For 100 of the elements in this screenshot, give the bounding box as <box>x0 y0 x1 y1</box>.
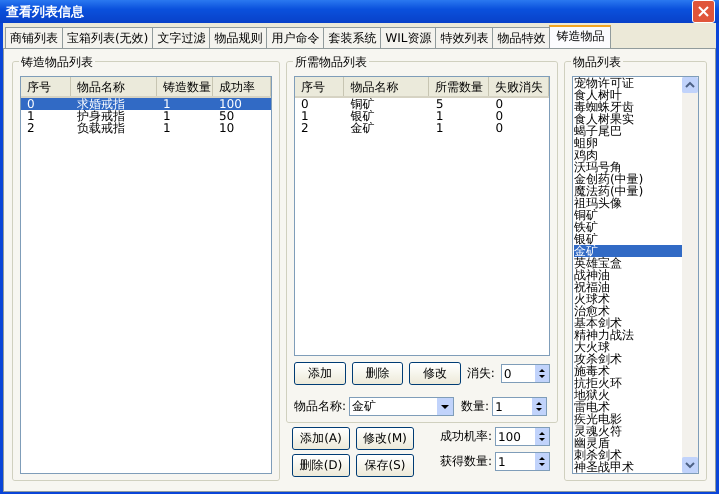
list-item[interactable]: 铜矿 <box>574 209 682 221</box>
tab[interactable]: 商铺列表 <box>5 27 63 48</box>
action-button[interactable]: 修改 <box>409 362 461 385</box>
list-item[interactable]: 蛆卵 <box>574 137 682 149</box>
list-item[interactable]: 蝎子尾巴 <box>574 125 682 137</box>
table-cell-text: 2 <box>26 122 36 134</box>
table-cell-text: 1 <box>434 110 445 122</box>
list-item[interactable]: 幽灵盾 <box>574 437 682 449</box>
action-button[interactable]: 添加(A) <box>292 427 350 450</box>
table-cell-text: 0 <box>494 110 504 122</box>
column-header[interactable]: 所需数量 <box>429 77 489 96</box>
list-item[interactable]: 宠物许可证 <box>574 77 682 89</box>
column-header[interactable]: 成功率 <box>213 77 271 96</box>
action-button[interactable]: 删除(D) <box>292 454 350 477</box>
tab[interactable]: 套装系统 <box>323 27 382 48</box>
caret-icon <box>437 398 454 415</box>
action-button[interactable]: 添加 <box>294 362 346 385</box>
tab[interactable]: 物品规则 <box>209 27 268 48</box>
list-row[interactable]: 0 铜矿 5 0 <box>295 98 549 110</box>
field-label: 物品名称: <box>294 398 346 415</box>
table-cell-text: 护身戒指 <box>76 110 126 122</box>
table-cell-text: 1 <box>162 110 172 122</box>
list-item[interactable]: 抗拒火环 <box>574 377 682 389</box>
list-item[interactable]: 食人树叶 <box>574 89 682 101</box>
list-item[interactable]: 雷电术 <box>574 401 682 413</box>
spin-field[interactable]: 100 <box>495 427 550 446</box>
table-cell-text: 0 <box>494 98 504 110</box>
field-label: 消失: <box>466 365 495 382</box>
list-item[interactable]: 祝福油 <box>574 281 682 293</box>
scrollbar[interactable] <box>682 77 698 473</box>
list-row[interactable]: 1 护身戒指 1 50 <box>21 110 271 122</box>
action-button[interactable]: 修改(M) <box>356 427 414 450</box>
list-row[interactable]: 0 求婚戒指 1 100 <box>21 98 271 110</box>
list-row[interactable]: 2 负载戒指 1 10 <box>21 122 271 134</box>
table-cell-text: 0 <box>26 98 36 110</box>
action-button[interactable]: 保存(S) <box>356 454 414 477</box>
list-item[interactable]: 沃玛号角 <box>574 161 682 173</box>
list-item[interactable]: 祖玛头像 <box>574 197 682 209</box>
list-item[interactable]: 大火球 <box>574 341 682 353</box>
spin-arrows-icon <box>531 398 546 415</box>
column-header[interactable]: 失败消失 <box>489 77 549 96</box>
list-item[interactable]: 战神油 <box>574 269 682 281</box>
table-cell-text: 50 <box>218 110 236 122</box>
list-item[interactable]: 火球术 <box>574 293 682 305</box>
table-cell-text: 10 <box>218 122 236 134</box>
table-cell-text: 2 <box>300 122 310 134</box>
close-icon <box>698 6 709 17</box>
tab[interactable]: 铸造物品 <box>549 25 612 48</box>
list-item[interactable]: 刺杀剑术 <box>574 449 682 461</box>
list-item[interactable]: 毒蜘蛛牙齿 <box>574 101 682 113</box>
table-cell-text: 100 <box>218 98 243 110</box>
list-item[interactable]: 攻杀剑术 <box>574 353 682 365</box>
list-item[interactable]: 神圣战甲术 <box>574 461 682 473</box>
tab[interactable]: 特效列表 <box>435 27 494 48</box>
list-row[interactable]: 2 金矿 1 0 <box>295 122 549 134</box>
list-item[interactable]: 金矿 <box>574 245 682 257</box>
table-cell-text: 求婚戒指 <box>76 98 126 110</box>
table-cell-text: 金矿 <box>350 122 376 134</box>
list-item[interactable]: 灵魂火符 <box>574 425 682 437</box>
field-label: 数量: <box>461 398 490 415</box>
list-item[interactable]: 治愈术 <box>574 305 682 317</box>
spin-field[interactable]: 1 <box>495 452 550 471</box>
tab[interactable]: 用户命令 <box>266 27 324 48</box>
column-header[interactable]: 物品名称 <box>71 77 157 96</box>
tab[interactable]: 文字过滤 <box>152 27 210 48</box>
list-item[interactable]: 金创药(中量) <box>574 173 682 185</box>
list-item[interactable]: 英雄宝盒 <box>574 257 682 269</box>
list-item[interactable]: 精神力战法 <box>574 329 682 341</box>
table-cell-text: 0 <box>300 98 310 110</box>
action-button[interactable]: 删除 <box>352 362 404 385</box>
spin-field[interactable]: 1 <box>492 397 548 416</box>
field-label: 获得数量: <box>440 453 492 470</box>
list-item[interactable]: 基本剑术 <box>574 317 682 329</box>
column-header[interactable]: 序号 <box>295 77 344 96</box>
spin-arrows-icon <box>534 365 549 382</box>
dropdown-field[interactable]: 金矿 <box>349 397 454 416</box>
table-cell-text: 铜矿 <box>350 98 376 110</box>
group-title: 物品列表 <box>571 54 623 71</box>
tab[interactable]: 物品特效 <box>492 27 550 48</box>
close-button[interactable] <box>692 0 715 23</box>
list-item[interactable]: 鸡肉 <box>574 149 682 161</box>
tab[interactable]: 宝箱列表(无效) <box>62 27 154 48</box>
list-row[interactable]: 1 银矿 1 0 <box>295 110 549 122</box>
list-item[interactable]: 疾光电影 <box>574 413 682 425</box>
list-item[interactable]: 魔法药(中量) <box>574 185 682 197</box>
table-cell-text: 1 <box>162 122 172 134</box>
spin-arrows-icon <box>534 453 549 470</box>
tab[interactable]: WIL资源 <box>380 27 436 48</box>
table-cell-text: 1 <box>26 110 36 122</box>
spin-field[interactable]: 0 <box>500 364 550 383</box>
column-header[interactable]: 铸造数量 <box>157 77 213 96</box>
list-item[interactable]: 施毒术 <box>574 365 682 377</box>
window-title: 查看列表信息 <box>6 4 84 20</box>
list-item[interactable]: 食人树果实 <box>574 113 682 125</box>
list-item[interactable]: 铁矿 <box>574 221 682 233</box>
list-item[interactable]: 地狱火 <box>574 389 682 401</box>
spin-arrows-icon <box>534 428 549 445</box>
column-header[interactable]: 序号 <box>21 77 71 96</box>
column-header[interactable]: 物品名称 <box>344 77 429 96</box>
list-item[interactable]: 银矿 <box>574 233 682 245</box>
